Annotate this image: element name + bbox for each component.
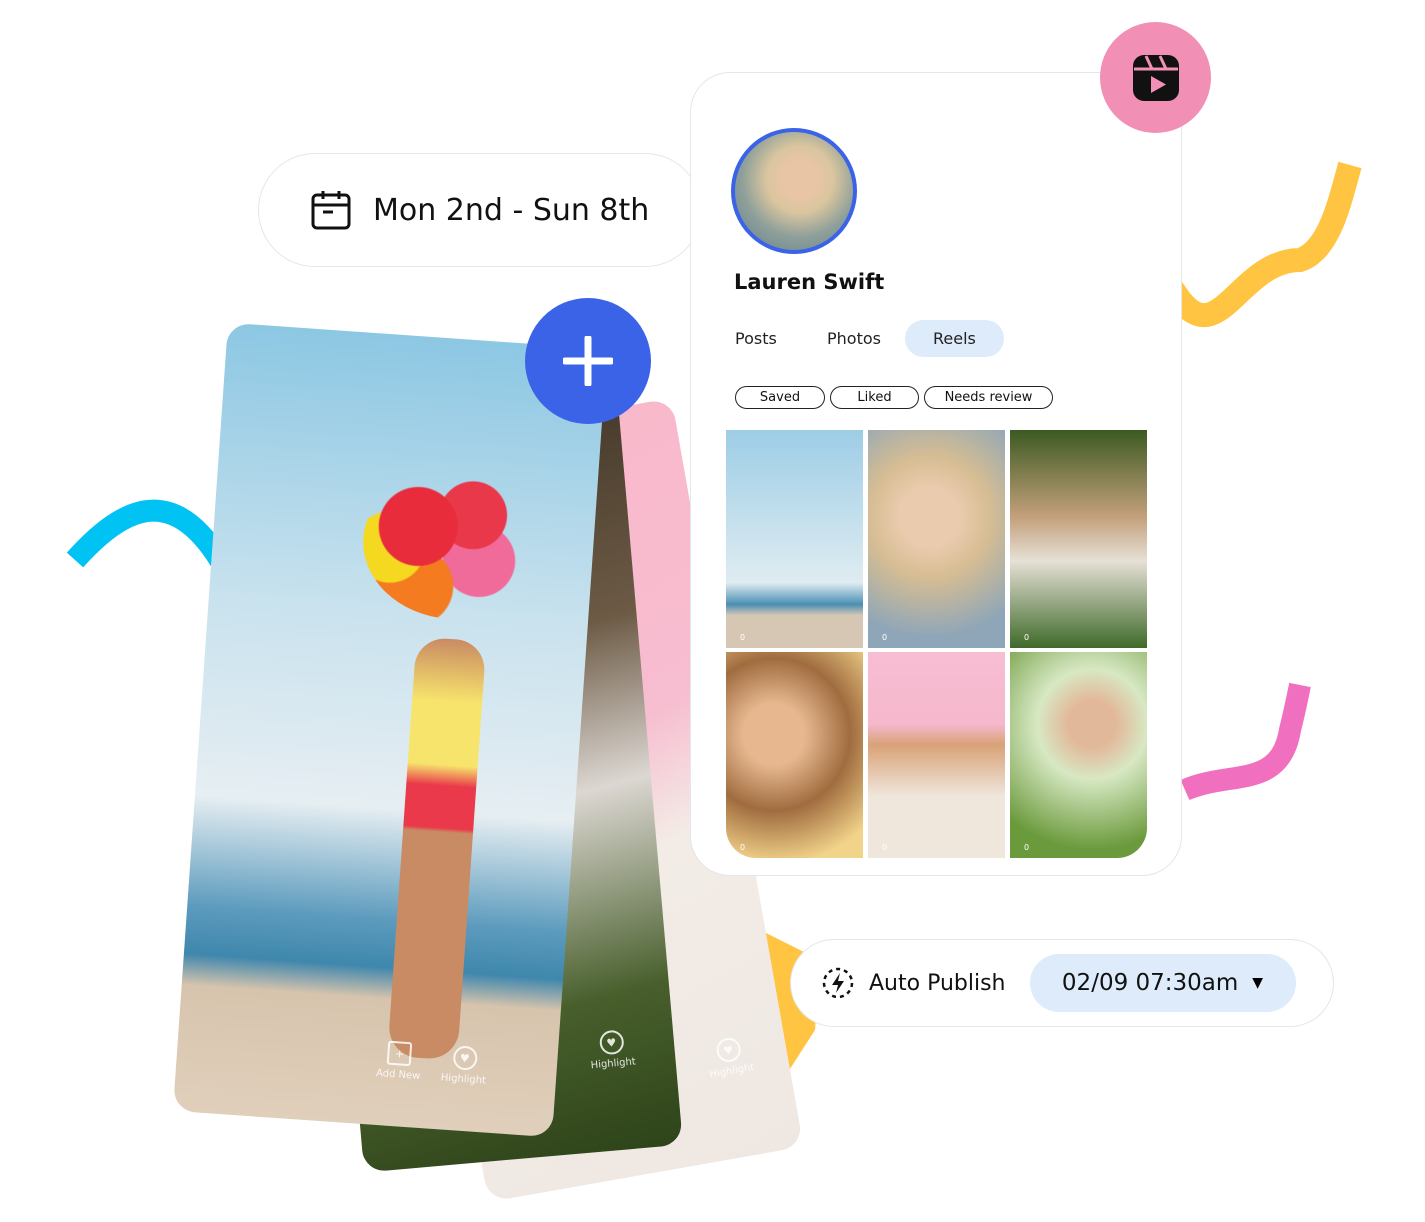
heart-icon[interactable]: ♥	[714, 1036, 743, 1064]
calendar-icon	[311, 191, 351, 230]
lightning-icon	[822, 967, 854, 999]
woman-jumping	[387, 636, 487, 1061]
heart-icon[interactable]: ♥	[452, 1045, 478, 1071]
story-action-label: Highlight	[590, 1056, 637, 1072]
chevron-down-icon: ▼	[1252, 975, 1264, 991]
avatar[interactable]	[731, 128, 857, 254]
tab-posts[interactable]: Posts	[735, 329, 827, 348]
reel-thumbnail[interactable]: 0	[1010, 430, 1147, 648]
reel-thumbnail[interactable]: 0	[1010, 652, 1147, 858]
reels-icon	[1132, 54, 1179, 101]
filter-liked[interactable]: Liked	[830, 386, 919, 409]
date-range-picker[interactable]: Mon 2nd - Sun 8th	[258, 153, 702, 267]
tab-reels[interactable]: Reels	[905, 320, 1004, 357]
reel-thumbnail[interactable]: 0	[726, 652, 863, 858]
add-button[interactable]	[525, 298, 651, 424]
story-action-label: Highlight	[708, 1061, 756, 1081]
balloons	[358, 462, 549, 626]
filter-needs-review[interactable]: Needs review	[924, 386, 1053, 409]
reels-badge	[1100, 22, 1211, 133]
heart-icon[interactable]: ♥	[598, 1029, 625, 1056]
tab-photos[interactable]: Photos	[827, 329, 905, 348]
story-card-front: + Add New ♥ Highlight	[172, 322, 608, 1138]
publish-datetime-dropdown[interactable]: 02/09 07:30am ▼	[1029, 954, 1296, 1012]
date-range-label: Mon 2nd - Sun 8th	[373, 192, 650, 228]
reel-thumbnail[interactable]: 0	[868, 652, 1005, 858]
plus-icon	[563, 336, 613, 386]
add-copy-icon[interactable]: +	[386, 1040, 413, 1067]
publish-datetime-value: 02/09 07:30am	[1061, 970, 1239, 996]
reels-grid: 0 0 0 0 0 0	[726, 430, 1147, 858]
story-action-label: Add New	[375, 1067, 421, 1082]
auto-publish-bar: Auto Publish 02/09 07:30am ▼	[790, 939, 1334, 1027]
profile-card: Lauren Swift Posts Photos Reels Saved Li…	[690, 72, 1182, 876]
filter-saved[interactable]: Saved	[735, 386, 825, 409]
reel-thumbnail[interactable]: 0	[868, 430, 1005, 648]
reel-thumbnail[interactable]: 0	[726, 430, 863, 648]
story-action-label: Highlight	[440, 1072, 487, 1087]
auto-publish-label: Auto Publish	[869, 970, 1006, 996]
profile-name: Lauren Swift	[734, 270, 885, 294]
